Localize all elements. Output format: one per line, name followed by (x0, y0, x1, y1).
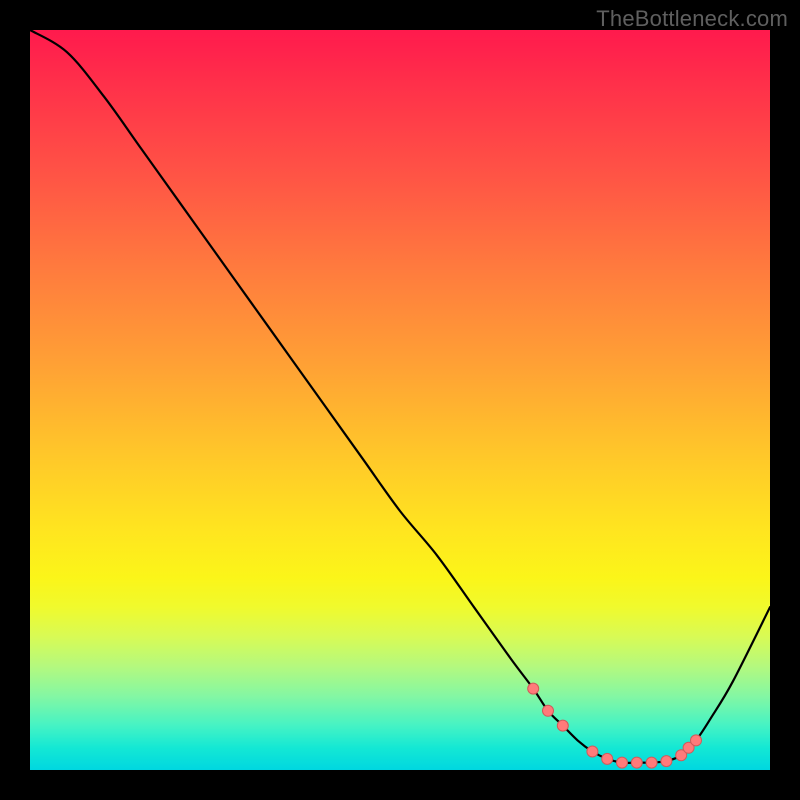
curve-marker (617, 757, 628, 768)
curve-marker (557, 720, 568, 731)
chart-container: TheBottleneck.com (0, 0, 800, 800)
curve-marker (602, 753, 613, 764)
bottleneck-curve (30, 30, 770, 763)
attribution-text: TheBottleneck.com (596, 6, 788, 32)
curve-marker (691, 735, 702, 746)
plot-area (30, 30, 770, 770)
curve-marker (631, 757, 642, 768)
curve-layer (30, 30, 770, 770)
curve-marker (646, 757, 657, 768)
curve-marker (543, 705, 554, 716)
curve-marker (587, 746, 598, 757)
curve-marker (661, 756, 672, 767)
curve-marker (528, 683, 539, 694)
curve-markers (528, 683, 702, 768)
